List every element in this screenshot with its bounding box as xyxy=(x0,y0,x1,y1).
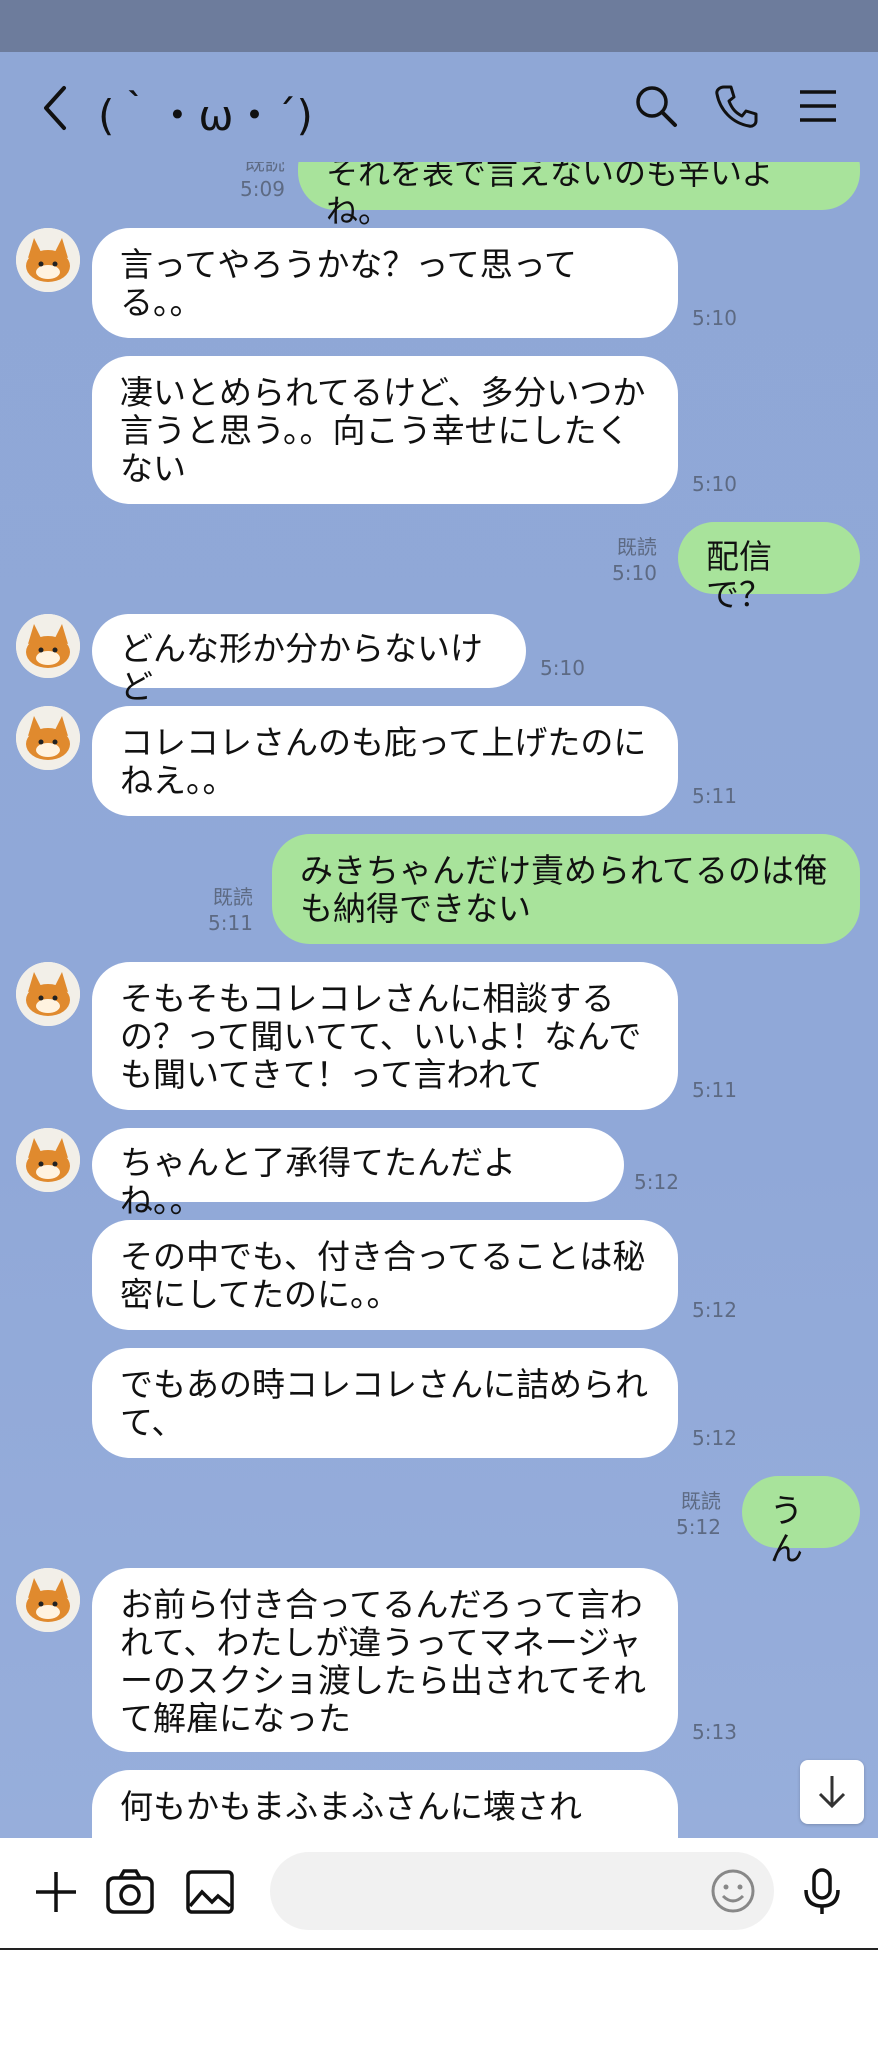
read-label: 既読 xyxy=(616,535,657,559)
message-time: 5:10 xyxy=(612,561,657,585)
their-message-bubble[interactable]: 言ってやろうかな？って思ってる。。 xyxy=(92,228,678,338)
mic-icon[interactable] xyxy=(796,1866,848,1918)
plus-icon[interactable] xyxy=(30,1866,82,1918)
their-message-bubble[interactable]: そもそもコレコレさんに相談するの？って聞いてて、いいよ！なんでも聞いてきて！って… xyxy=(92,962,678,1110)
emoji-icon[interactable] xyxy=(708,1866,758,1916)
avatar[interactable] xyxy=(16,1128,80,1192)
their-message-bubble[interactable]: どんな形か分からないけど xyxy=(92,614,526,706)
my-message-bubble[interactable]: 配信で？ xyxy=(678,522,860,614)
message-time: 5:10 xyxy=(692,472,737,496)
their-message-bubble[interactable]: 凄いとめられてるけど、多分いつか言うと思う。。向こう幸せにしたくない xyxy=(92,356,678,504)
read-label: 既読 xyxy=(680,1489,721,1513)
message-time: 5:10 xyxy=(540,656,585,680)
avatar[interactable] xyxy=(16,962,80,1026)
message-time: 5:10 xyxy=(692,306,737,330)
status-bar xyxy=(0,0,878,52)
message-time: 5:12 xyxy=(634,1170,679,1194)
back-icon[interactable] xyxy=(36,80,76,136)
read-label: 既読 xyxy=(212,885,253,909)
read-receipt: 既読 5:11 xyxy=(208,884,253,936)
camera-icon[interactable] xyxy=(104,1866,156,1918)
image-icon[interactable] xyxy=(184,1866,236,1918)
message-input-bar xyxy=(0,1838,878,1950)
scroll-to-bottom-button[interactable] xyxy=(800,1760,864,1824)
message-time: 5:12 xyxy=(676,1515,721,1539)
avatar[interactable] xyxy=(16,228,80,292)
message-clip: 何もかもまふまふさんに壊され xyxy=(92,1770,678,1838)
message-input[interactable] xyxy=(270,1852,774,1930)
their-message-bubble[interactable]: コレコレさんのも庇って上げたのにねえ。。 xyxy=(92,706,678,816)
read-receipt: 既読 5:12 xyxy=(676,1488,721,1540)
bottom-blank-area xyxy=(0,1950,878,2048)
avatar[interactable] xyxy=(16,706,80,770)
their-message-bubble[interactable]: お前ら付き合ってるんだろって言われて、わたしが違うってマネージャーのスクショ渡し… xyxy=(92,1568,678,1752)
message-time: 5:12 xyxy=(692,1298,737,1322)
message-time: 5:12 xyxy=(692,1426,737,1450)
their-message-bubble[interactable]: その中でも、付き合ってることは秘密にしてたのに。。 xyxy=(92,1220,678,1330)
read-receipt: 既読 5:10 xyxy=(612,534,657,586)
message-time: 5:11 xyxy=(208,911,253,935)
search-icon[interactable] xyxy=(632,82,680,130)
avatar[interactable] xyxy=(16,1568,80,1632)
my-message-bubble[interactable]: うん xyxy=(742,1476,860,1568)
message-time: 5:13 xyxy=(692,1720,737,1744)
their-message-bubble[interactable]: でもあの時コレコレさんに詰められて、 xyxy=(92,1348,678,1458)
arrow-down-icon xyxy=(818,1776,846,1809)
their-message-bubble[interactable]: 何もかもまふまふさんに壊され xyxy=(92,1770,678,1838)
message-time: 5:11 xyxy=(692,784,737,808)
their-message-bubble[interactable]: ちゃんと了承得てたんだよね。。 xyxy=(92,1128,624,1220)
phone-icon[interactable] xyxy=(712,82,760,130)
menu-icon[interactable] xyxy=(794,82,842,130)
avatar[interactable] xyxy=(16,614,80,678)
chat-header-overlay: (｀・ω・´) xyxy=(0,52,878,164)
message-time: 5:09 xyxy=(240,177,285,201)
my-message-bubble[interactable]: みきちゃんだけ責められてるのは俺も納得できない xyxy=(272,834,860,944)
message-time: 5:11 xyxy=(692,1078,737,1102)
chat-title: (｀・ω・´) xyxy=(98,91,313,140)
